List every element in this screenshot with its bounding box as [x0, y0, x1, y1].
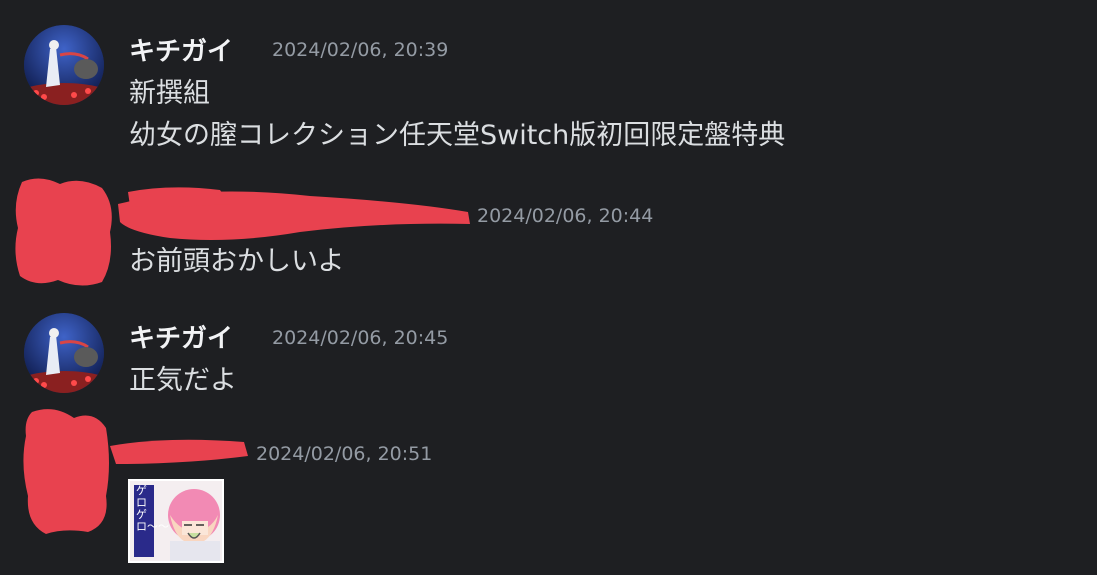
timestamp[interactable]: 2024/02/06, 20:45	[272, 327, 448, 349]
image-attachment[interactable]: ゲロゲロ〜〜	[128, 479, 224, 563]
username[interactable]: キチガイ	[129, 318, 233, 355]
redacted-username	[110, 439, 248, 464]
user-avatar-icon	[24, 25, 104, 105]
redacted-username	[118, 187, 470, 240]
timestamp[interactable]: 2024/02/06, 20:39	[272, 39, 448, 61]
avatar[interactable]	[24, 313, 104, 393]
avatar[interactable]	[24, 25, 104, 105]
message-text: 新撰組	[129, 78, 210, 109]
user-avatar-icon	[24, 313, 104, 393]
message-text: 幼女の膣コレクション任天堂Switch版初回限定盤特典	[129, 120, 786, 151]
redacted-avatar	[23, 409, 109, 534]
redacted-avatar	[15, 178, 112, 286]
timestamp[interactable]: 2024/02/06, 20:51	[256, 443, 432, 465]
message-text: 正気だよ	[129, 365, 237, 396]
timestamp[interactable]: 2024/02/06, 20:44	[477, 205, 653, 227]
attachment-caption: ゲロゲロ〜〜	[136, 484, 169, 533]
username[interactable]: キチガイ	[129, 31, 233, 68]
